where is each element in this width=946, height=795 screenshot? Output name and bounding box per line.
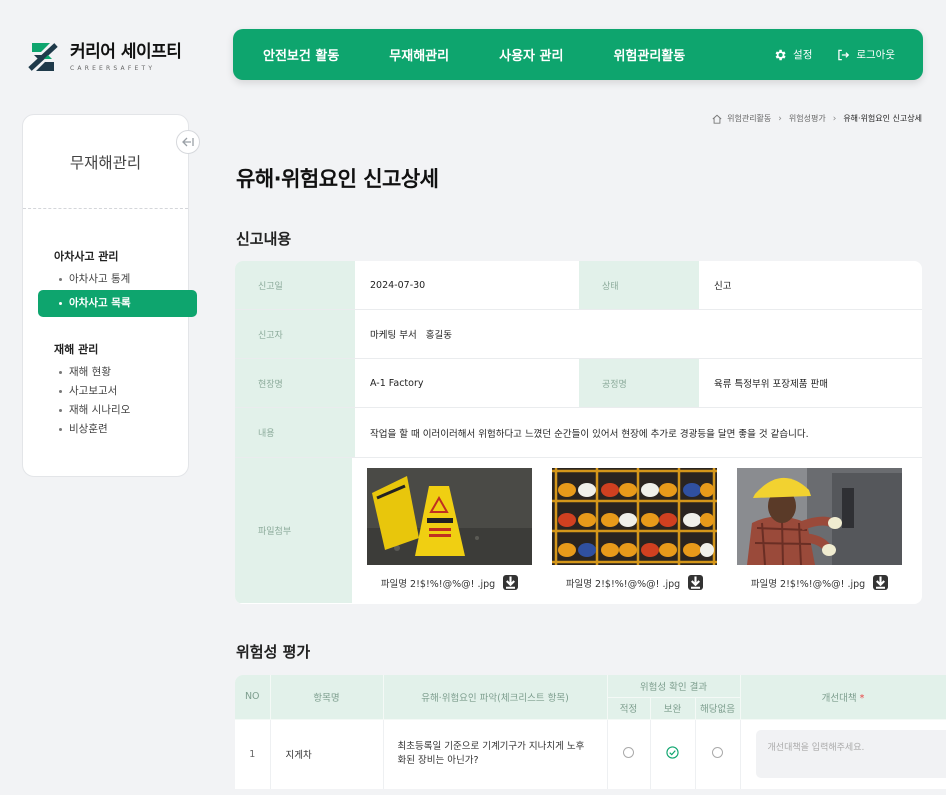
- report-row-date: 신고일 2024-07-30 상태 신고: [235, 261, 922, 310]
- attachment-list: 파일명 2!$!%!@%@! .jpg 파일명 2!$!%!@%@! .jpg …: [352, 458, 922, 603]
- chevron-right-icon: ›: [778, 113, 782, 124]
- value-status: 신고: [714, 281, 732, 292]
- sidebar-group-disaster: 재해 관리: [54, 343, 99, 356]
- sidebar-item-near-miss-list[interactable]: 아차사고 목록: [38, 290, 197, 317]
- breadcrumb-item-current: 유해·위험요인 신고상세: [843, 114, 922, 123]
- check-circle-icon: [666, 746, 679, 759]
- risk-assessment-table: NO 항목명 유해·위험요인 파악(체크리스트 항목) 위험성 확인 결과 개선…: [235, 675, 946, 789]
- sidebar-group-near-miss: 아차사고 관리: [54, 250, 119, 263]
- top-navigation: 안전보건 활동 무재해관리 사용자 관리 위험관리활동 설정 로그아웃: [233, 29, 923, 80]
- nav-user-management[interactable]: 사용자 관리: [499, 45, 563, 64]
- attachment-item: 파일명 2!$!%!@%@! .jpg: [552, 468, 717, 603]
- header-improvement: 개선대책 *: [740, 675, 946, 720]
- nav-zero-accident[interactable]: 무재해관리: [389, 45, 449, 64]
- careersafety-logo-icon: [28, 43, 58, 71]
- value-content: 작업을 할 때 이러이러해서 위험하다고 느꼈던 순간들이 있어서 현장에 추가…: [370, 428, 809, 440]
- logo[interactable]: 커리어 세이프티 CAREERSAFETY: [28, 41, 182, 73]
- value-report-date: 2024-07-30: [370, 279, 426, 291]
- report-details: 신고일 2024-07-30 상태 신고 신고자 마케팅 부서 홍길동 현장명 …: [235, 261, 922, 604]
- header-result-supplement: 보완: [650, 697, 696, 720]
- attachment-file-name: 파일명 2!$!%!@%@! .jpg: [380, 578, 496, 590]
- header-improvement-label: 개선대책: [821, 692, 857, 704]
- sidebar-item-emergency-drill[interactable]: 비상훈련: [23, 420, 188, 439]
- label-reporter: 신고자: [235, 310, 355, 358]
- required-mark: *: [859, 692, 865, 704]
- risk-section-title: 위험성 평가: [236, 643, 311, 661]
- logout-icon: [838, 49, 850, 60]
- breadcrumb-item-risk-assessment[interactable]: 위험성평가: [789, 113, 826, 124]
- sidebar-item-near-miss-stats[interactable]: 아차사고 통계: [23, 270, 188, 289]
- report-section-title: 신고내용: [236, 230, 292, 248]
- label-status: 상태: [579, 261, 699, 309]
- header-item-name: 항목명: [270, 675, 384, 720]
- collapse-arrow-icon: [182, 137, 194, 147]
- label-content: 내용: [235, 408, 355, 457]
- header-no: NO: [235, 675, 271, 720]
- logout-label: 로그아웃: [856, 49, 895, 61]
- radio-na[interactable]: [712, 747, 724, 759]
- label-report-date: 신고일: [235, 261, 355, 309]
- report-row-content: 내용 작업을 할 때 이러이러해서 위험하다고 느꼈던 순간들이 있어서 현장에…: [235, 408, 922, 458]
- settings-button[interactable]: 설정: [773, 47, 812, 62]
- header-result-na: 해당없음: [695, 697, 741, 720]
- sidebar-item-accident-report[interactable]: 사고보고서: [23, 382, 188, 401]
- header-hazard-factor: 유해·위험요인 파악(체크리스트 항목): [383, 675, 608, 720]
- breadcrumb-item-risk-activity[interactable]: 위험관리활동: [727, 113, 771, 124]
- radio-ok[interactable]: [623, 747, 634, 759]
- page-title: 유해·위험요인 신고상세: [236, 167, 439, 191]
- breadcrumb: 위험관리활동 › 위험성평가 › 유해·위험요인 신고상세: [712, 113, 922, 124]
- label-attachment: 파일첨부: [235, 458, 352, 603]
- download-icon[interactable]: [688, 575, 704, 590]
- report-row-site: 현장명 A-1 Factory 공정명 육류 특정부위 포장제품 판매: [235, 359, 922, 408]
- improvement-input[interactable]: [755, 730, 946, 779]
- radio-supplement-checked[interactable]: [666, 746, 679, 762]
- chevron-right-icon: ›: [832, 113, 837, 124]
- sidebar-item-disaster-scenario[interactable]: 재해 시나리오: [23, 401, 188, 420]
- attachment-item: 파일명 2!$!%!@%@! .jpg: [367, 468, 532, 603]
- nav-risk-management[interactable]: 위험관리활동: [613, 45, 685, 64]
- gear-icon: [775, 49, 786, 60]
- header-risk-result: 위험성 확인 결과: [607, 675, 741, 698]
- report-row-reporter: 신고자 마케팅 부서 홍길동: [235, 310, 922, 359]
- attachment-item: 파일명 2!$!%!@%@! .jpg: [737, 468, 902, 603]
- nav-safety-health[interactable]: 안전보건 활동: [263, 45, 339, 64]
- label-site: 현장명: [235, 359, 355, 407]
- cell-item-name: 지게차: [270, 719, 384, 789]
- logo-subtitle: CAREERSAFETY: [70, 65, 156, 72]
- cell-no: 1: [235, 719, 271, 789]
- logo-title: 커리어 세이프티: [70, 42, 182, 62]
- sidebar-title: 무재해관리: [23, 115, 188, 209]
- logout-button[interactable]: 로그아웃: [836, 47, 895, 62]
- download-icon[interactable]: [873, 575, 889, 590]
- download-icon[interactable]: [503, 575, 519, 590]
- sidebar: 무재해관리 아차사고 관리 아차사고 통계 아차사고 목록 재해 관리 재해 현…: [22, 114, 200, 477]
- value-reporter: 마케팅 부서 홍길동: [370, 330, 452, 341]
- sidebar-item-disaster-status[interactable]: 재해 현황: [23, 363, 188, 382]
- value-site: A-1 Factory: [370, 377, 424, 389]
- cell-hazard-factor: 최초등록일 기준으로 기계기구가 지나치게 노후화된 장비는 아닌가?: [383, 719, 608, 789]
- header-result-ok: 적정: [607, 697, 651, 720]
- value-process: 육류 특정부위 포장제품 판매: [714, 379, 828, 390]
- table-row: 1 지게차 최초등록일 기준으로 기계기구가 지나치게 노후화된 장비는 아닌가…: [235, 719, 946, 789]
- attachment-file-name: 파일명 2!$!%!@%@! .jpg: [750, 578, 866, 590]
- attachment-file-name: 파일명 2!$!%!@%@! .jpg: [565, 578, 681, 590]
- settings-label: 설정: [793, 49, 813, 61]
- sidebar-collapse-button[interactable]: [176, 130, 200, 154]
- home-icon[interactable]: [712, 114, 722, 124]
- report-row-attachment: 파일첨부 파일명 2!$!%!@%@! .jpg 파일명 2!$!%!@%@! …: [235, 458, 922, 603]
- label-process: 공정명: [579, 359, 699, 407]
